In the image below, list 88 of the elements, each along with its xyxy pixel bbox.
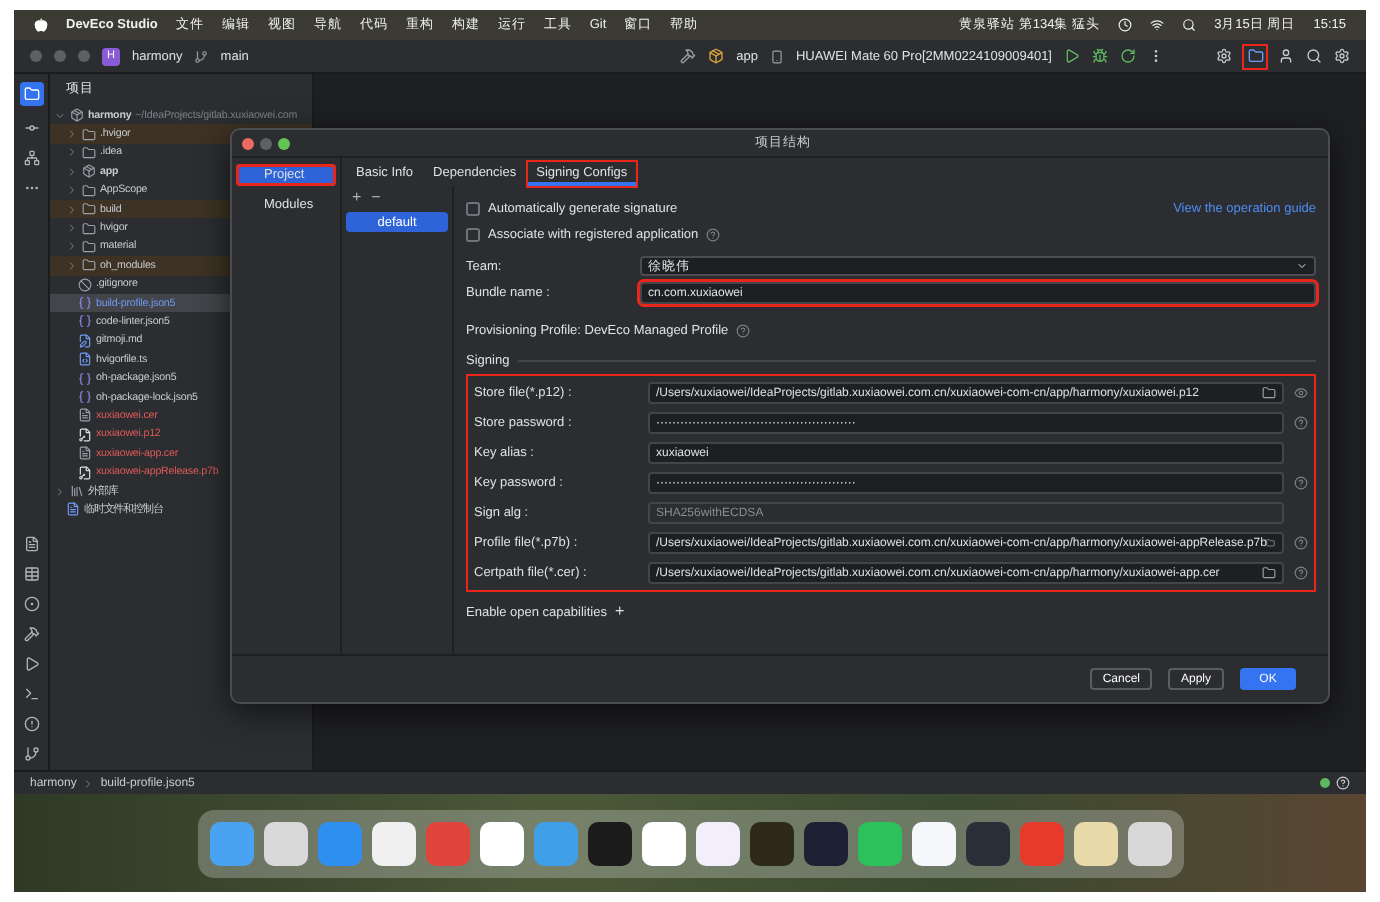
document-icon[interactable] xyxy=(23,536,39,552)
problems-icon[interactable] xyxy=(23,716,39,732)
dock-app-icon[interactable] xyxy=(479,821,523,865)
file-icon xyxy=(78,446,92,461)
phone-icon xyxy=(769,49,784,63)
chevron-down-icon xyxy=(1296,260,1308,272)
dock-app-icon[interactable] xyxy=(587,821,631,865)
branch-icon xyxy=(194,49,209,63)
folder-icon[interactable] xyxy=(1262,566,1276,580)
clock-icon[interactable] xyxy=(1118,18,1133,32)
dock-app-icon[interactable] xyxy=(749,821,793,865)
folder-icon xyxy=(82,183,96,198)
terminal-icon[interactable] xyxy=(23,686,39,702)
folder-button[interactable] xyxy=(1244,45,1266,67)
settings-icon[interactable] xyxy=(1334,48,1350,64)
commit-icon[interactable] xyxy=(23,120,39,136)
help-icon[interactable] xyxy=(1293,566,1307,580)
help-icon[interactable] xyxy=(1293,476,1307,490)
dock-app-icon[interactable] xyxy=(1073,821,1117,865)
help-icon[interactable] xyxy=(1293,416,1307,430)
folder-icon xyxy=(1247,48,1263,64)
dialog-zoom-dot[interactable] xyxy=(278,137,290,149)
dialog-minimize-dot[interactable] xyxy=(260,137,272,149)
apple-logo-icon[interactable] xyxy=(34,18,48,32)
folder-icon xyxy=(82,127,96,142)
settings-icon[interactable] xyxy=(1216,48,1232,64)
dock-app-icon[interactable] xyxy=(803,821,847,865)
chevron-right-icon xyxy=(82,777,95,789)
project-tool-button[interactable] xyxy=(19,82,43,106)
run-icon[interactable] xyxy=(1064,48,1080,64)
eye-icon[interactable] xyxy=(1293,386,1307,400)
ignore-file-icon xyxy=(78,277,92,292)
dock-app-icon[interactable] xyxy=(1127,821,1171,865)
braces-icon xyxy=(78,371,92,386)
hammer-icon[interactable] xyxy=(680,48,697,64)
help-icon[interactable] xyxy=(736,323,751,337)
window-minimize-dot[interactable] xyxy=(54,50,66,62)
folder-icon xyxy=(82,145,96,160)
git-icon[interactable] xyxy=(23,746,39,762)
dock-app-icon[interactable] xyxy=(911,821,955,865)
folder-icon[interactable] xyxy=(1266,536,1276,550)
folder-icon[interactable] xyxy=(1262,386,1276,400)
dock-app-icon[interactable] xyxy=(695,821,739,865)
table-icon[interactable] xyxy=(23,566,39,582)
file-icon xyxy=(78,408,92,423)
braces-icon xyxy=(78,296,92,311)
folder-icon xyxy=(82,258,96,273)
help-icon[interactable] xyxy=(706,227,721,241)
key-file-icon xyxy=(78,427,92,442)
window-zoom-dot[interactable] xyxy=(78,50,90,62)
chevron-right-icon[interactable] xyxy=(54,485,66,497)
scratch-file-icon xyxy=(66,502,80,517)
run-icon[interactable] xyxy=(23,656,39,672)
dialog-close-dot[interactable] xyxy=(242,137,254,149)
library-icon xyxy=(70,484,84,498)
bug-icon[interactable] xyxy=(1092,48,1108,64)
dock-app-icon[interactable] xyxy=(263,821,307,865)
dock-app-icon[interactable] xyxy=(371,821,415,865)
hammer-icon[interactable] xyxy=(23,626,39,642)
checkbox[interactable] xyxy=(466,227,480,241)
dock-app-icon[interactable] xyxy=(641,821,685,865)
wifi-icon[interactable] xyxy=(1150,18,1165,32)
braces-icon xyxy=(78,314,92,329)
module-folder-icon xyxy=(82,164,96,179)
user-icon[interactable] xyxy=(1278,48,1294,64)
checkbox[interactable] xyxy=(466,201,480,215)
help-icon[interactable] xyxy=(1293,536,1307,550)
search-icon[interactable] xyxy=(1306,48,1322,64)
rerun-icon[interactable] xyxy=(1120,48,1136,64)
key-file-icon xyxy=(78,465,92,480)
window-close-dot[interactable] xyxy=(30,50,42,62)
add-button[interactable]: + xyxy=(614,604,625,620)
module-folder-icon xyxy=(70,108,84,123)
dock-app-icon[interactable] xyxy=(965,821,1009,865)
script-file-icon xyxy=(78,352,92,367)
remove-button[interactable]: − xyxy=(371,190,381,206)
braces-icon xyxy=(78,390,92,405)
folder-icon xyxy=(82,221,96,236)
folder-icon xyxy=(82,239,96,254)
chevron-down-icon[interactable] xyxy=(54,109,66,122)
folder-icon xyxy=(82,202,96,217)
module-icon xyxy=(708,48,725,64)
services-icon[interactable] xyxy=(23,596,39,612)
help-icon[interactable] xyxy=(1336,776,1350,790)
add-button[interactable]: + xyxy=(352,190,362,206)
markdown-file-icon xyxy=(78,333,92,348)
structure-icon[interactable] xyxy=(23,150,39,166)
status-indicator-icon xyxy=(1320,778,1330,788)
